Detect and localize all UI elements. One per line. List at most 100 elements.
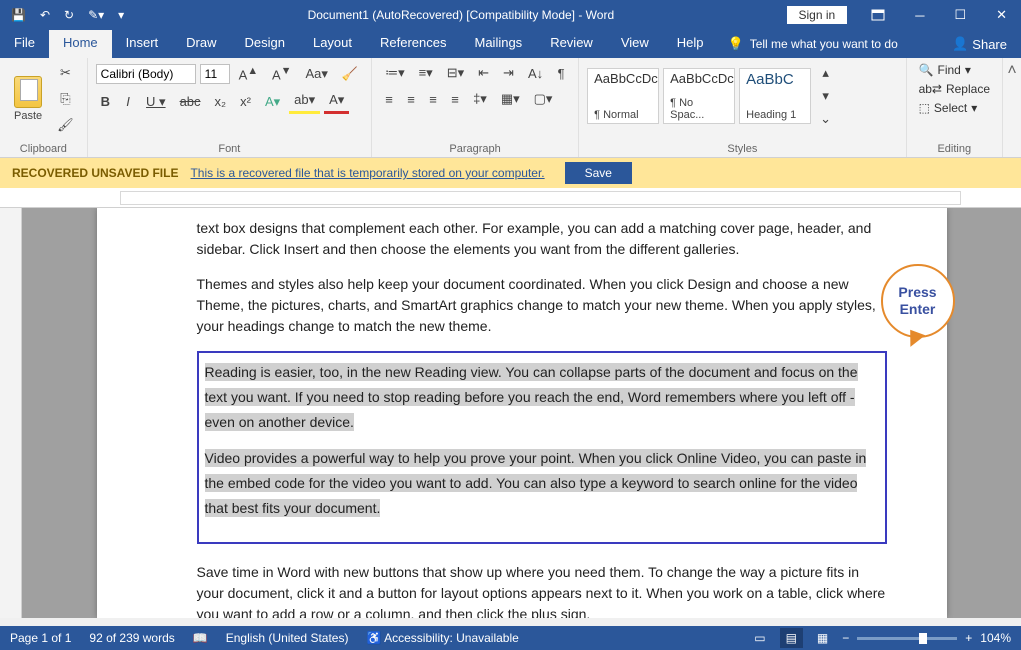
read-mode-icon[interactable]: ▭ bbox=[748, 628, 771, 648]
zoom-in-button[interactable]: + bbox=[965, 631, 972, 645]
zoom-level[interactable]: 104% bbox=[980, 631, 1011, 645]
cursor-icon: ⬚ bbox=[919, 101, 930, 115]
vertical-ruler[interactable] bbox=[0, 208, 22, 618]
tab-home[interactable]: Home bbox=[49, 30, 112, 58]
style-heading1[interactable]: AaBbCHeading 1 bbox=[739, 68, 811, 124]
font-color-icon[interactable]: A▾ bbox=[324, 89, 349, 114]
window-controls: Sign in ─ ☐ ✕ bbox=[787, 1, 1021, 29]
align-right-icon[interactable]: ≡ bbox=[424, 89, 442, 110]
line-spacing-icon[interactable]: ‡▾ bbox=[468, 88, 492, 110]
tab-mailings[interactable]: Mailings bbox=[461, 30, 537, 58]
title-bar: 💾 ↶ ↻ ✎▾ ▾ Document1 (AutoRecovered) [Co… bbox=[0, 0, 1021, 30]
paragraph[interactable]: text box designs that complement each ot… bbox=[197, 218, 887, 260]
group-label-styles: Styles bbox=[587, 141, 897, 155]
tab-file[interactable]: File bbox=[0, 30, 49, 58]
page-indicator[interactable]: Page 1 of 1 bbox=[10, 631, 71, 645]
paragraph-selected[interactable]: Reading is easier, too, in the new Readi… bbox=[205, 363, 858, 431]
styles-scroll-down-icon[interactable]: ▾ bbox=[815, 85, 836, 107]
maximize-icon[interactable]: ☐ bbox=[940, 1, 980, 29]
text-effects-icon[interactable]: A▾ bbox=[260, 91, 285, 113]
language-indicator[interactable]: English (United States) bbox=[226, 631, 349, 645]
tab-review[interactable]: Review bbox=[536, 30, 607, 58]
clear-formatting-icon[interactable]: 🧹 bbox=[337, 63, 363, 85]
close-icon[interactable]: ✕ bbox=[982, 1, 1021, 29]
status-bar: Page 1 of 1 92 of 239 words 📖 English (U… bbox=[0, 626, 1021, 650]
subscript-button[interactable]: x₂ bbox=[210, 91, 232, 112]
group-label-clipboard: Clipboard bbox=[8, 141, 79, 155]
share-button[interactable]: 👤Share bbox=[938, 30, 1021, 58]
paragraph[interactable]: Save time in Word with new buttons that … bbox=[197, 562, 887, 618]
superscript-button[interactable]: x² bbox=[235, 91, 256, 112]
tab-draw[interactable]: Draw bbox=[172, 30, 230, 58]
show-marks-icon[interactable]: ¶ bbox=[552, 63, 570, 84]
numbering-icon[interactable]: ≡▾ bbox=[414, 62, 438, 84]
find-button[interactable]: 🔍Find ▾ bbox=[915, 62, 994, 78]
spellcheck-icon[interactable]: 📖 bbox=[193, 631, 208, 645]
borders-icon[interactable]: ▢▾ bbox=[529, 88, 558, 110]
paragraph-selected[interactable]: Video provides a powerful way to help yo… bbox=[205, 449, 867, 517]
align-left-icon[interactable]: ≡ bbox=[380, 89, 398, 110]
paste-button[interactable]: Paste bbox=[8, 72, 48, 126]
print-layout-icon[interactable]: ▤ bbox=[780, 628, 803, 648]
web-layout-icon[interactable]: ▦ bbox=[811, 628, 834, 648]
bold-button[interactable]: B bbox=[96, 91, 115, 112]
style-normal[interactable]: AaBbCcDc¶ Normal bbox=[587, 68, 659, 124]
replace-button[interactable]: ab⇄Replace bbox=[915, 81, 994, 97]
horizontal-ruler[interactable] bbox=[0, 188, 1021, 208]
document-page[interactable]: text box designs that complement each ot… bbox=[97, 208, 947, 618]
zoom-thumb[interactable] bbox=[919, 633, 927, 644]
tab-design[interactable]: Design bbox=[231, 30, 299, 58]
tab-insert[interactable]: Insert bbox=[112, 30, 173, 58]
tab-view[interactable]: View bbox=[607, 30, 663, 58]
change-case-icon[interactable]: Aa▾ bbox=[300, 63, 332, 85]
increase-indent-icon[interactable]: ⇥ bbox=[498, 62, 519, 84]
recovery-bar: RECOVERED UNSAVED FILE This is a recover… bbox=[0, 158, 1021, 188]
group-label-font: Font bbox=[96, 141, 363, 155]
recovery-save-button[interactable]: Save bbox=[565, 162, 632, 184]
font-name-combo[interactable] bbox=[96, 64, 196, 84]
tab-references[interactable]: References bbox=[366, 30, 460, 58]
font-size-combo[interactable] bbox=[200, 64, 230, 84]
accessibility-indicator[interactable]: ♿ Accessibility: Unavailable bbox=[366, 631, 518, 645]
qat-more-icon[interactable]: ▾ bbox=[112, 4, 130, 26]
sign-in-button[interactable]: Sign in bbox=[787, 6, 848, 24]
cut-icon[interactable]: ✂ bbox=[52, 62, 79, 84]
styles-scroll-up-icon[interactable]: ▴ bbox=[815, 62, 836, 84]
tab-help[interactable]: Help bbox=[663, 30, 718, 58]
ribbon-display-icon[interactable] bbox=[857, 3, 899, 27]
styles-expand-icon[interactable]: ⌄ bbox=[815, 108, 836, 130]
grow-font-icon[interactable]: A▲ bbox=[234, 62, 263, 85]
recovery-message-link[interactable]: This is a recovered file that is tempora… bbox=[190, 166, 544, 180]
multilevel-list-icon[interactable]: ⊟▾ bbox=[442, 62, 469, 84]
style-no-spacing[interactable]: AaBbCcDc¶ No Spac... bbox=[663, 68, 735, 124]
highlight-qat-icon[interactable]: ✎▾ bbox=[82, 4, 110, 26]
tell-me-search[interactable]: 💡Tell me what you want to do bbox=[718, 30, 908, 58]
highlight-color-icon[interactable]: ab▾ bbox=[289, 89, 320, 114]
group-clipboard: Paste ✂ ⎘ 🖌 Clipboard bbox=[0, 58, 88, 157]
shrink-font-icon[interactable]: A▼ bbox=[267, 62, 296, 85]
shading-icon[interactable]: ▦▾ bbox=[496, 88, 525, 110]
undo-icon[interactable]: ↶ bbox=[34, 4, 56, 26]
bullets-icon[interactable]: ≔▾ bbox=[380, 62, 410, 84]
zoom-out-button[interactable]: − bbox=[842, 631, 849, 645]
search-icon: 🔍 bbox=[919, 63, 934, 77]
format-painter-icon[interactable]: 🖌 bbox=[52, 114, 79, 136]
justify-icon[interactable]: ≡ bbox=[446, 89, 464, 110]
underline-button[interactable]: U ▾ bbox=[141, 91, 171, 113]
italic-button[interactable]: I bbox=[119, 91, 137, 112]
copy-icon[interactable]: ⎘ bbox=[52, 88, 79, 110]
minimize-icon[interactable]: ─ bbox=[901, 2, 938, 29]
strikethrough-button[interactable]: abc bbox=[175, 91, 206, 112]
save-icon[interactable]: 💾 bbox=[5, 4, 32, 26]
sort-icon[interactable]: A↓ bbox=[523, 63, 548, 84]
collapse-ribbon-icon[interactable]: ˄ bbox=[1003, 58, 1021, 157]
align-center-icon[interactable]: ≡ bbox=[402, 89, 420, 110]
select-button[interactable]: ⬚Select ▾ bbox=[915, 100, 994, 116]
zoom-slider[interactable] bbox=[857, 637, 957, 640]
decrease-indent-icon[interactable]: ⇤ bbox=[473, 62, 494, 84]
tab-layout[interactable]: Layout bbox=[299, 30, 366, 58]
group-label-editing: Editing bbox=[915, 141, 994, 155]
redo-icon[interactable]: ↻ bbox=[58, 4, 80, 26]
word-count[interactable]: 92 of 239 words bbox=[89, 631, 174, 645]
paragraph[interactable]: Themes and styles also help keep your do… bbox=[197, 274, 887, 337]
